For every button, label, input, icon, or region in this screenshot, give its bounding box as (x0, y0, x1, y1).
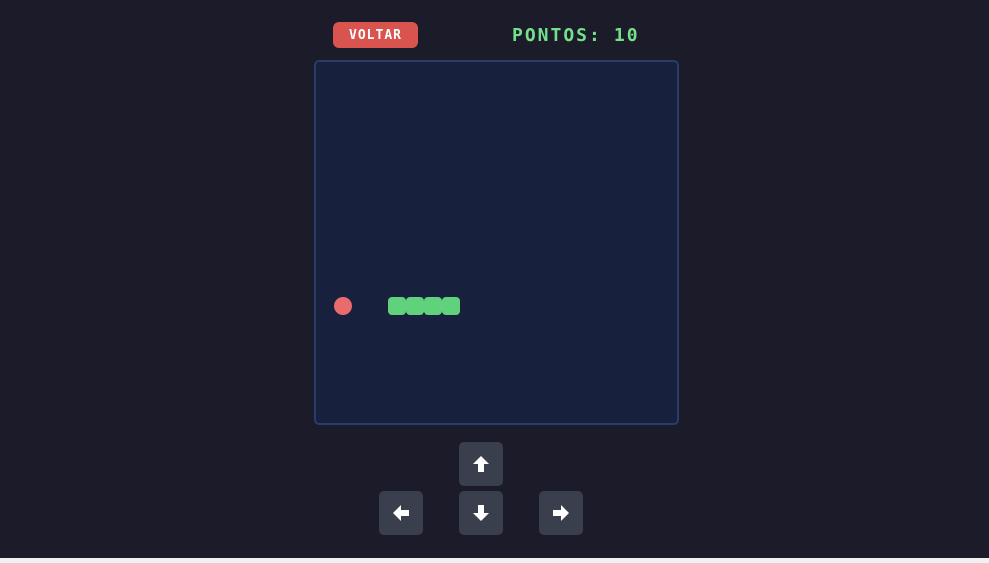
game-screen: VOLTAR PONTOS: 10 (0, 0, 989, 558)
arrow-up-icon (473, 456, 489, 472)
left-button[interactable] (379, 491, 423, 535)
up-button[interactable] (459, 442, 503, 486)
score-display: PONTOS: 10 (512, 22, 640, 48)
down-button[interactable] (459, 491, 503, 535)
back-button[interactable]: VOLTAR (333, 22, 418, 48)
score-value: 10 (613, 24, 640, 46)
game-board (314, 60, 679, 425)
snake-segment (442, 296, 461, 315)
arrow-right-icon (553, 505, 569, 521)
score-label: PONTOS: (512, 24, 602, 46)
snake-segment (424, 296, 443, 315)
food-apple (334, 296, 353, 315)
snake-head (388, 296, 407, 315)
right-button[interactable] (539, 491, 583, 535)
arrow-down-icon (473, 505, 489, 521)
arrow-left-icon (393, 505, 409, 521)
snake-segment (406, 296, 425, 315)
